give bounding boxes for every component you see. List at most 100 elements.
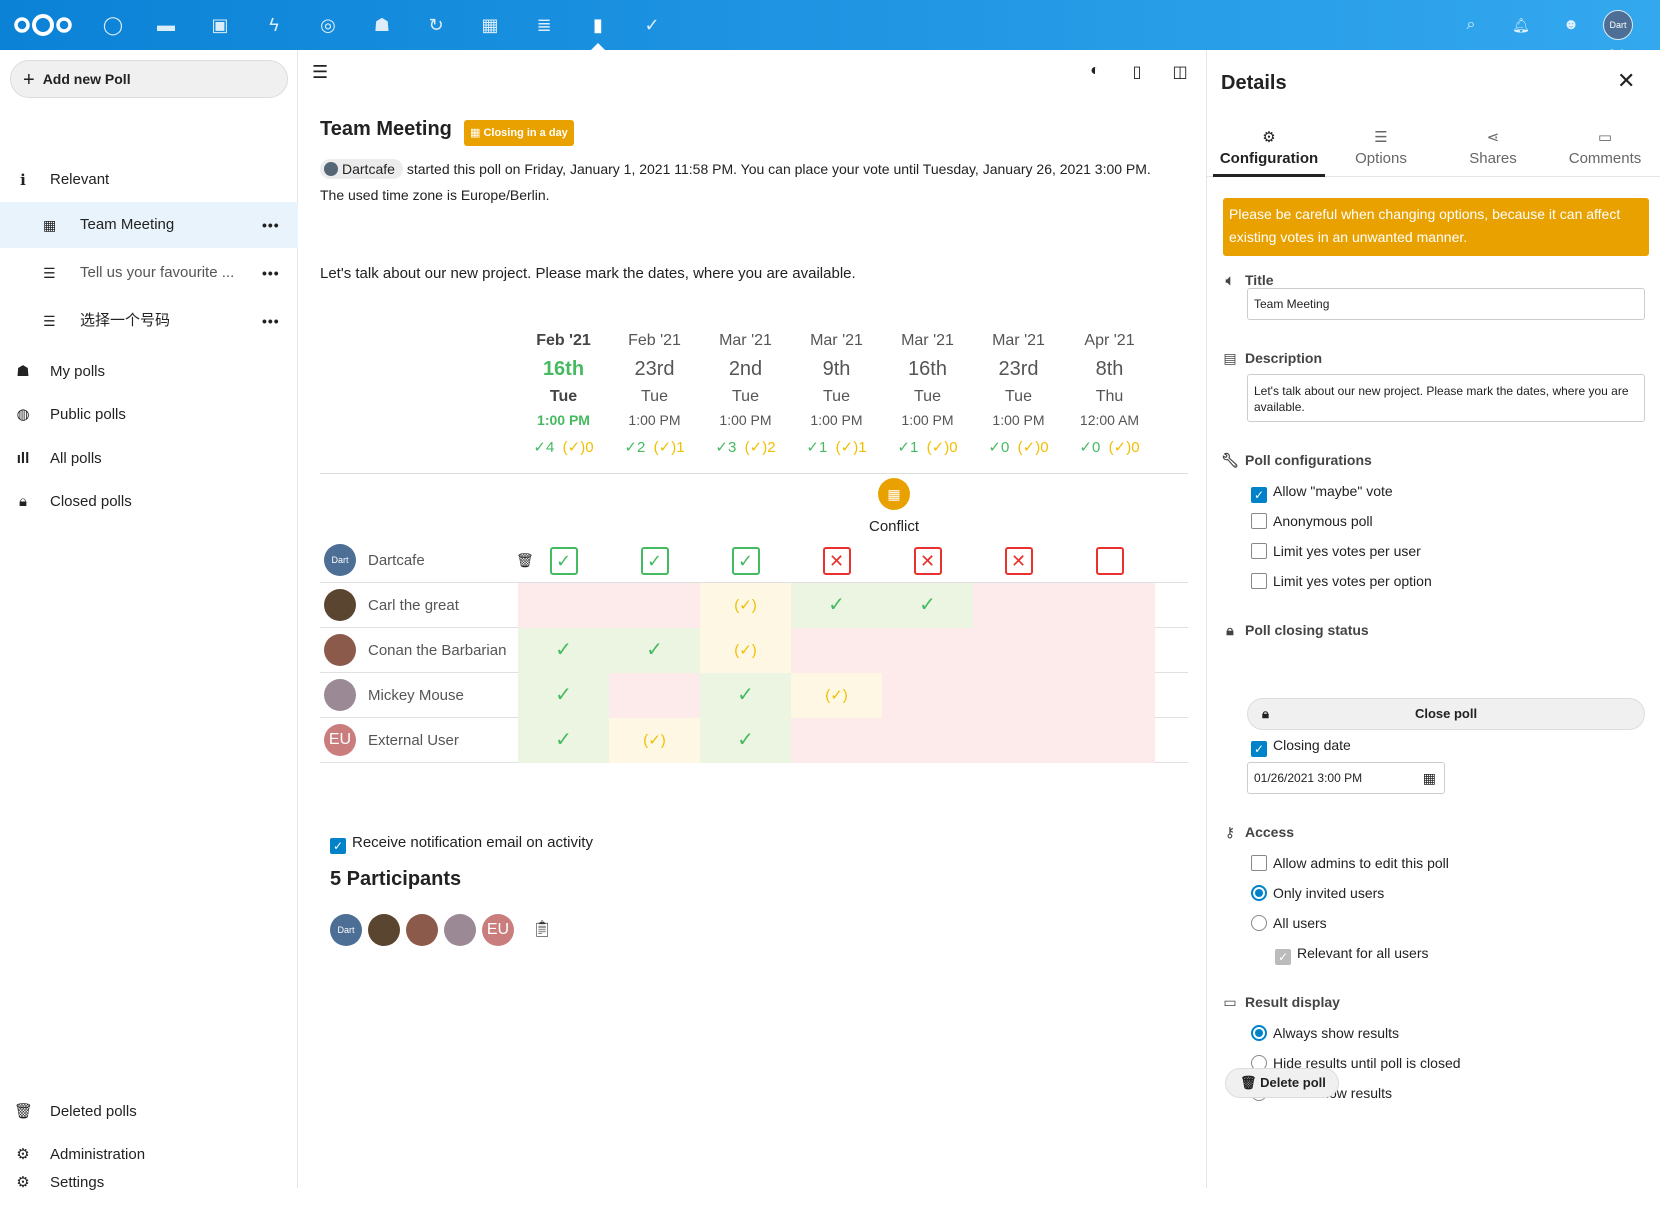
all-users-radio[interactable]: All users — [1251, 914, 1327, 932]
calendar-icon[interactable]: ▦ — [478, 13, 502, 37]
activity-icon[interactable]: ϟ — [262, 13, 286, 37]
vote-yes-toggle[interactable]: ✓ — [640, 546, 669, 575]
avatar[interactable]: Dart — [324, 544, 356, 576]
option-label: Relevant for all users — [1297, 945, 1429, 961]
delete-poll-button[interactable]: 🗑︎ Delete poll — [1225, 1068, 1339, 1098]
close-icon[interactable]: ✕ — [1617, 68, 1635, 94]
sidebar-toggle-icon[interactable]: ◫ — [1170, 62, 1190, 82]
own-vote-cell[interactable]: ✕ — [791, 538, 882, 583]
only-invited-radio[interactable]: Only invited users — [1251, 884, 1384, 902]
checkbox-icon[interactable] — [1251, 543, 1267, 559]
user-avatar[interactable]: Dart Cafe — [1603, 10, 1633, 58]
avatar[interactable] — [406, 914, 438, 946]
talk-icon[interactable]: ◎ — [316, 13, 340, 37]
circles-icon[interactable]: ↻ — [424, 13, 448, 37]
checkbox-icon[interactable] — [1251, 513, 1267, 529]
limit-yes-user-checkbox[interactable]: Limit yes votes per user — [1251, 542, 1421, 560]
notify-checkbox[interactable]: ✓ Receive notification email on activity — [330, 834, 593, 854]
nav-closed-polls[interactable]: 🔒︎ Closed polls — [0, 480, 298, 524]
poll-info-text: started this poll on Friday, January 1, … — [406, 161, 1151, 177]
search-icon[interactable]: ⌕ — [1459, 13, 1483, 37]
mobile-view-icon[interactable]: ▯ — [1127, 62, 1147, 82]
nav-poll-number[interactable]: ☰ 选择一个号码 ••• — [0, 298, 298, 344]
tab-options[interactable]: ☰ Options — [1325, 128, 1437, 167]
deck-icon[interactable]: ≣ — [532, 13, 556, 37]
relevant-all-checkbox[interactable]: ✓ Relevant for all users — [1275, 944, 1429, 965]
tasks-icon[interactable]: ✓ — [640, 13, 664, 37]
anonymous-poll-checkbox[interactable]: Anonymous poll — [1251, 512, 1373, 530]
avatar[interactable] — [444, 914, 476, 946]
nav-settings[interactable]: ⚙ Settings — [0, 1174, 298, 1191]
tab-comments[interactable]: ▭ Comments — [1549, 128, 1660, 167]
radio-icon[interactable] — [1251, 915, 1267, 931]
avatar[interactable] — [324, 634, 356, 666]
vote-yes-toggle[interactable]: ✓ — [731, 546, 760, 575]
own-vote-cell[interactable]: ✓ — [609, 538, 700, 583]
limit-yes-option-checkbox[interactable]: Limit yes votes per option — [1251, 572, 1432, 590]
checkbox-checked-icon[interactable]: ✓ — [1251, 487, 1267, 503]
calendar-icon[interactable]: ▦ — [1423, 763, 1436, 793]
dashboard-icon[interactable]: ◯ — [101, 13, 125, 37]
clipboard-icon[interactable]: 📋︎ — [526, 914, 558, 946]
radio-selected-icon[interactable] — [1251, 885, 1267, 901]
contacts-icon[interactable]: ☗ — [370, 13, 394, 37]
description-section-header: ▤ Description — [1221, 350, 1322, 367]
add-new-poll-button[interactable]: + Add new Poll — [10, 60, 288, 98]
nav-relevant[interactable]: i Relevant — [0, 158, 298, 202]
vote-no-toggle[interactable]: ✕ — [1004, 546, 1033, 575]
avatar[interactable]: EU — [482, 914, 514, 946]
nav-my-polls[interactable]: ☗ My polls — [0, 350, 298, 394]
description-textarea[interactable]: Let's talk about our new project. Please… — [1247, 374, 1645, 422]
more-actions-icon[interactable]: ••• — [262, 202, 280, 248]
own-vote-cell[interactable]: ✓ — [700, 538, 791, 583]
nav-deleted-polls[interactable]: 🗑︎ Deleted polls — [0, 1090, 298, 1134]
files-icon[interactable]: ▬ — [154, 13, 178, 37]
vote-no-toggle[interactable]: ✕ — [913, 546, 942, 575]
menu-icon[interactable]: ☰ — [312, 62, 328, 83]
checkbox-icon[interactable] — [1251, 573, 1267, 589]
nav-public-polls[interactable]: ◍ Public polls — [0, 393, 298, 437]
own-vote-cell[interactable]: ✕ — [882, 538, 973, 583]
close-poll-button[interactable]: 🔒︎ Close poll — [1247, 698, 1645, 730]
vote-yes-cell: ✓ — [518, 718, 609, 763]
always-show-radio[interactable]: Always show results — [1251, 1024, 1399, 1042]
closing-date-input[interactable]: 01/26/2021 3:00 PM ▦ — [1247, 762, 1445, 794]
checkbox-icon[interactable] — [1251, 855, 1267, 871]
photos-icon[interactable]: ▣ — [208, 13, 232, 37]
vote-yes-toggle[interactable]: ✓ — [549, 546, 578, 575]
nav-all-polls[interactable]: ıll All polls — [0, 437, 298, 481]
avatar[interactable] — [324, 679, 356, 711]
calendar-conflict-icon[interactable]: ▦ — [878, 478, 910, 510]
contrast-icon[interactable]: ◐ — [1085, 62, 1105, 80]
closing-date-checkbox[interactable]: ✓ Closing date — [1251, 736, 1351, 757]
participant-name: External User — [368, 732, 459, 749]
avatar[interactable]: EU — [324, 724, 356, 756]
radio-selected-icon[interactable] — [1251, 1025, 1267, 1041]
notifications-icon[interactable]: 🔔︎ — [1509, 13, 1533, 37]
vote-no-toggle[interactable]: ✕ — [822, 546, 851, 575]
title-input[interactable]: Team Meeting — [1247, 288, 1645, 320]
allow-admins-checkbox[interactable]: Allow admins to edit this poll — [1251, 854, 1449, 872]
contacts-menu-icon[interactable]: ☻ — [1559, 13, 1583, 37]
vote-empty-toggle[interactable] — [1095, 546, 1124, 575]
own-vote-cell[interactable]: ✕ — [973, 538, 1064, 583]
avatar[interactable]: Dart — [330, 914, 362, 946]
vote-no-cell — [791, 628, 882, 673]
checkbox-checked-icon[interactable]: ✓ — [1251, 741, 1267, 757]
tab-shares[interactable]: ⋖ Shares — [1437, 128, 1549, 167]
more-actions-icon[interactable]: ••• — [262, 250, 280, 296]
nextcloud-logo[interactable] — [12, 10, 74, 40]
tab-configuration[interactable]: ⚙ Configuration — [1213, 128, 1325, 167]
nav-poll-team-meeting[interactable]: ▦ Team Meeting ••• — [0, 202, 298, 248]
nav-poll-favourite[interactable]: ☰ Tell us your favourite ... ••• — [0, 250, 298, 296]
polls-icon[interactable]: ▮ — [586, 13, 610, 37]
more-actions-icon[interactable]: ••• — [262, 298, 280, 344]
checkbox-checked-icon[interactable]: ✓ — [330, 838, 346, 854]
avatar[interactable] — [324, 589, 356, 621]
nav-administration[interactable]: ⚙ Administration — [0, 1133, 298, 1177]
own-vote-cell[interactable] — [1064, 538, 1155, 583]
avatar[interactable] — [368, 914, 400, 946]
author-chip[interactable]: Dartcafe — [320, 159, 403, 179]
allow-maybe-checkbox[interactable]: ✓ Allow "maybe" vote — [1251, 482, 1393, 503]
own-vote-cell[interactable]: ✓ — [518, 538, 609, 583]
